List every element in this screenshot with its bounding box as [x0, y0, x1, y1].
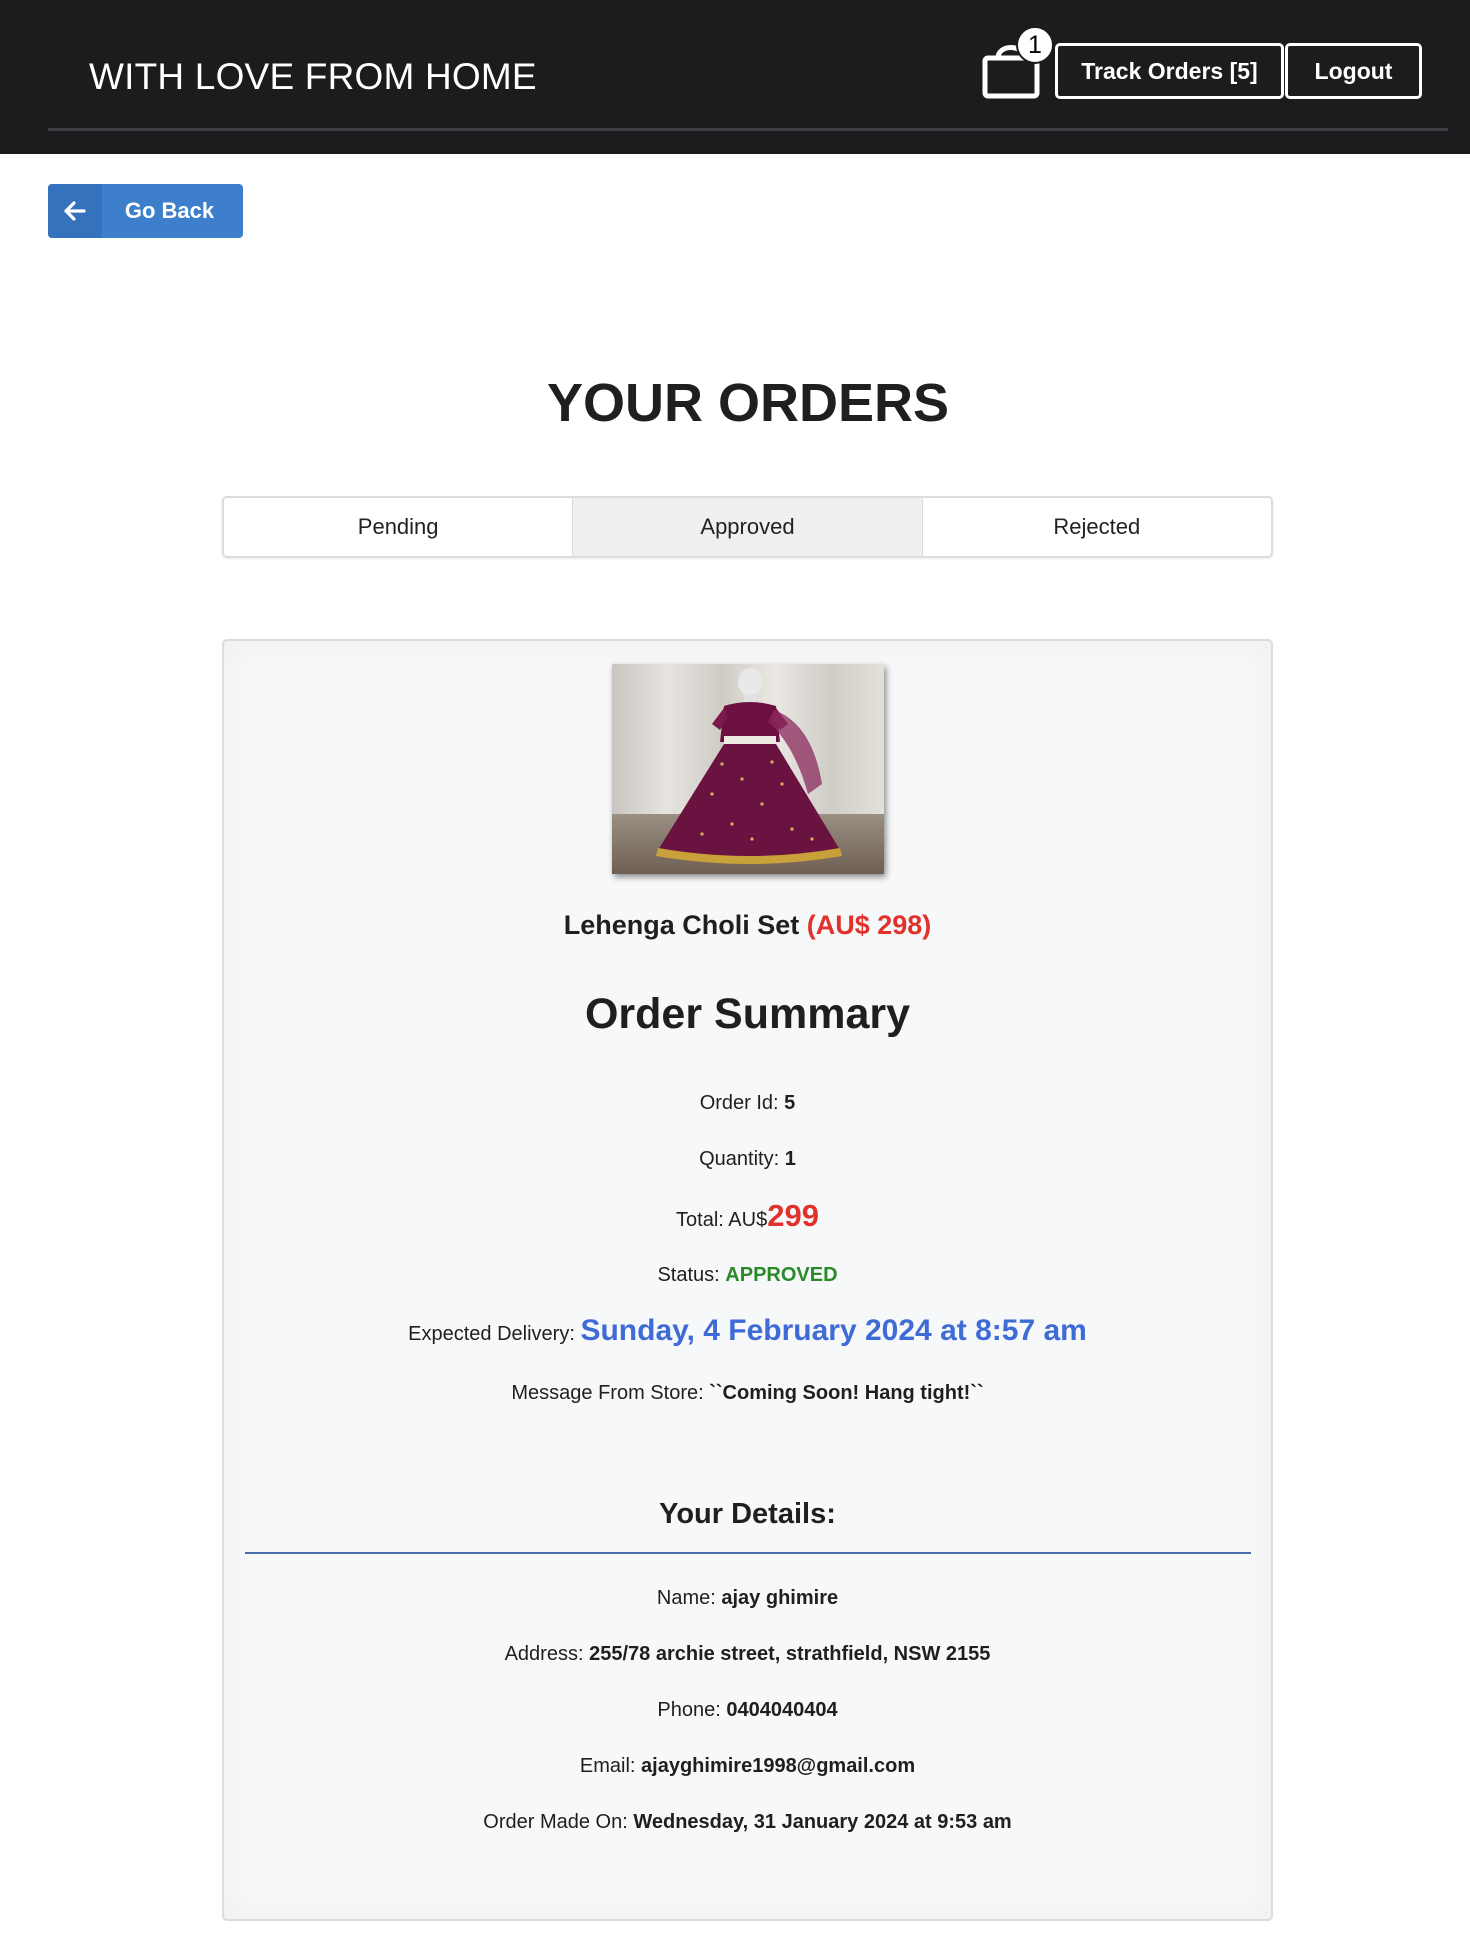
customer-address-row: Address: 255/78 archie street, strathfie…: [222, 1643, 1273, 1666]
header-divider: [48, 128, 1448, 131]
total-label: Total: AU$: [676, 1209, 768, 1231]
customer-phone-label: Phone:: [657, 1699, 721, 1721]
cart-count-badge: 1: [1016, 26, 1054, 64]
customer-email-row: Email: ajayghimire1998@gmail.com: [222, 1755, 1273, 1778]
customer-email-value: ajayghimire1998@gmail.com: [641, 1755, 916, 1777]
product-price: (AU$ 298): [806, 910, 932, 940]
customer-email-label: Email:: [579, 1755, 636, 1777]
expected-delivery-value: Sunday, 4 February 2024 at 8:57 am: [580, 1314, 1087, 1347]
top-navbar: WITH LOVE FROM HOME 1 Track Orders [5] L…: [0, 0, 1470, 154]
expected-delivery-label: Expected Delivery:: [408, 1323, 575, 1345]
expected-delivery-row: Expected Delivery: Sunday, 4 February 20…: [222, 1314, 1273, 1348]
quantity-value: 1: [784, 1148, 796, 1170]
go-back-label: Go Back: [124, 198, 215, 223]
total-row: Total: AU$299: [222, 1198, 1273, 1234]
quantity-label: Quantity:: [699, 1148, 780, 1170]
store-message-label: Message From Store:: [511, 1382, 704, 1404]
brand-title[interactable]: WITH LOVE FROM HOME: [89, 56, 537, 98]
customer-name-value: ajay ghimire: [721, 1587, 839, 1609]
order-id-label: Order Id:: [699, 1092, 779, 1114]
store-message-value: ``Coming Soon! Hang tight!``: [709, 1382, 984, 1404]
order-id-value: 5: [784, 1092, 796, 1114]
product-name: Lehenga Choli Set: [563, 910, 800, 940]
store-message-row: Message From Store: ``Coming Soon! Hang …: [222, 1382, 1273, 1405]
status-badge: APPROVED: [725, 1264, 838, 1286]
order-status-tabs: Pending Approved Rejected: [222, 496, 1273, 558]
order-id-row: Order Id: 5: [222, 1092, 1273, 1115]
status-label: Status:: [657, 1264, 720, 1286]
track-orders-button[interactable]: Track Orders [5]: [1055, 43, 1284, 99]
arrow-left-icon: [48, 184, 102, 238]
tab-rejected[interactable]: Rejected: [921, 498, 1271, 556]
tab-approved[interactable]: Approved: [572, 498, 922, 556]
product-title: Lehenga Choli Set (AU$ 298): [222, 910, 1273, 941]
status-row: Status: APPROVED: [222, 1264, 1273, 1287]
customer-address-value: 255/78 archie street, strathfield, NSW 2…: [589, 1643, 991, 1665]
customer-phone-value: 0404040404: [726, 1699, 838, 1721]
order-summary-heading: Order Summary: [584, 990, 911, 1038]
details-divider: [245, 1552, 1251, 1554]
customer-name-row: Name: ajay ghimire: [222, 1587, 1273, 1610]
order-made-label: Order Made On:: [483, 1811, 628, 1833]
total-value: 299: [767, 1198, 819, 1233]
quantity-row: Quantity: 1: [222, 1148, 1273, 1171]
customer-name-label: Name:: [656, 1587, 716, 1609]
your-details-heading: Your Details:: [659, 1498, 836, 1530]
order-made-row: Order Made On: Wednesday, 31 January 202…: [222, 1811, 1273, 1834]
go-back-button[interactable]: Go Back: [48, 184, 243, 238]
page-title: YOUR ORDERS: [546, 373, 950, 433]
customer-phone-row: Phone: 0404040404: [222, 1699, 1273, 1722]
cart-button[interactable]: 1: [980, 26, 1054, 106]
tab-pending[interactable]: Pending: [224, 498, 573, 556]
product-image: [612, 664, 884, 874]
order-made-value: Wednesday, 31 January 2024 at 9:53 am: [633, 1811, 1012, 1833]
customer-address-label: Address:: [504, 1643, 584, 1665]
logout-button[interactable]: Logout: [1285, 43, 1422, 99]
